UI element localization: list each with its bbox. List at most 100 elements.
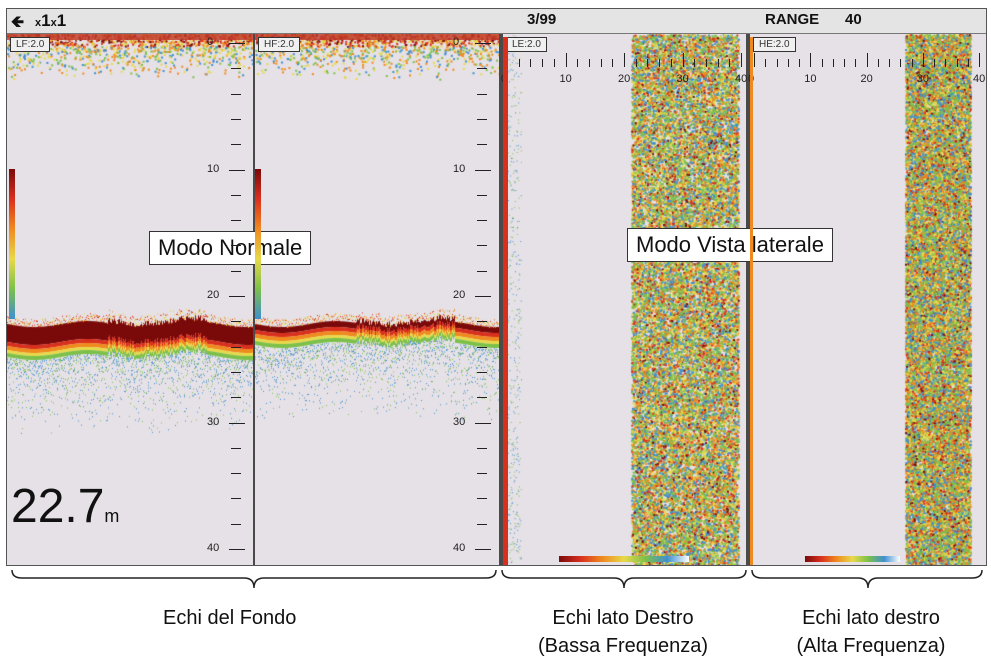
- side-scale-tick: [821, 59, 823, 67]
- depth-scale-label: 30: [207, 415, 220, 428]
- side-scale-tick: [694, 59, 696, 67]
- depth-scale-tick: [475, 169, 491, 171]
- side-scale-tick: [624, 53, 625, 67]
- panel-le[interactable]: LE:2.0: [503, 34, 746, 565]
- bracket-right-low: [501, 569, 747, 589]
- side-scale-tick: [741, 53, 742, 67]
- bracket-bottom: [11, 569, 497, 589]
- depth-scale-label: 20: [453, 289, 466, 301]
- depth-scale-tick: [477, 447, 487, 449]
- range-label: RANGE: [765, 11, 820, 28]
- side-view-mode-label: Modo Vista laterale: [627, 228, 833, 262]
- normal-mode-label: Modo Normale: [149, 231, 312, 265]
- side-scale-tick: [600, 59, 602, 67]
- side-scale-tick: [934, 59, 935, 67]
- side-scale-tick: [553, 59, 555, 67]
- panel-he[interactable]: HE:2.0: [750, 34, 986, 565]
- side-scale-tick: [832, 59, 834, 67]
- side-scale-tick: [855, 59, 857, 67]
- depth-scale-tick: [475, 422, 491, 424]
- side-scale-tick: [844, 59, 845, 67]
- side-scale-tick: [877, 59, 879, 67]
- depth-scale-tick: [231, 194, 241, 196]
- depth-scale-label: 30: [453, 415, 466, 428]
- side-scale-tick: [866, 53, 868, 67]
- side-scale-tick: [799, 59, 800, 67]
- side-scale-tick: [911, 59, 913, 67]
- side-scale-tick: [682, 53, 684, 67]
- depth-scale-tick: [477, 220, 487, 222]
- depth-scale-tick: [477, 397, 487, 399]
- depth-scale-tick: [477, 194, 487, 196]
- side-scale-tick: [647, 59, 649, 67]
- side-scale-tick: [810, 53, 812, 67]
- depth-scale-tick: [231, 371, 241, 373]
- depth-scale-tick: [477, 346, 487, 348]
- depth-scale-tick: [229, 169, 245, 171]
- side-scale-label: 30: [916, 73, 929, 85]
- depth-scale-tick: [477, 118, 487, 120]
- depth-scale-tick: [231, 498, 241, 500]
- side-scale-tick: [967, 59, 969, 67]
- caption-right-low: Echi lato Destro (Bassa Frequenza): [537, 607, 709, 657]
- side-scale-tick: [705, 59, 707, 67]
- side-scale-tick: [542, 59, 544, 67]
- color-scale-bar: [255, 169, 261, 319]
- side-scale-tick: [956, 59, 958, 67]
- depth-scale-tick: [231, 144, 241, 146]
- side-scale-tick: [530, 59, 532, 67]
- color-scale-bar: [805, 556, 900, 562]
- depth-scale-tick: [231, 346, 241, 348]
- side-echo-edge: [503, 37, 508, 565]
- panel-lf-tag: LF:2.0: [10, 37, 51, 52]
- side-scale-label: 20: [618, 73, 631, 85]
- side-scale-tick: [900, 59, 902, 67]
- depth-scale-tick: [477, 68, 487, 70]
- side-scale-tick: [776, 59, 778, 67]
- depth-scale-tick: [477, 371, 487, 373]
- side-scale-label: 30: [676, 73, 689, 85]
- depth-scale-tick: [477, 93, 487, 95]
- depth-scale-tick: [231, 220, 241, 222]
- depth-scale-tick: [477, 245, 487, 247]
- side-scale-label: 40: [973, 73, 986, 85]
- echo-image: [503, 34, 746, 565]
- caption-bottom-echoes: Echi del Fondo: [163, 607, 297, 629]
- depth-scale-label: 0: [453, 36, 460, 48]
- side-scale-tick: [729, 59, 731, 67]
- depth-scale-tick: [231, 473, 241, 475]
- depth-scale-tick: [477, 523, 487, 525]
- depth-scale-tick: [477, 321, 487, 323]
- depth-scale-label: 10: [453, 162, 466, 175]
- color-scale-bar: [559, 556, 689, 562]
- side-scale-label: 10: [804, 73, 817, 85]
- side-scale-tick: [979, 53, 980, 67]
- depth-scale-tick: [229, 43, 245, 44]
- color-scale-bar: [9, 169, 15, 319]
- sounder-display: 🡸 x1x1 3/99 RANGE 40 LF:2.0 HF:2.0 LE:2.…: [6, 8, 987, 566]
- zoom-indicator[interactable]: x1x1: [35, 11, 66, 31]
- side-scale-label: 10: [559, 73, 572, 85]
- depth-scale-tick: [231, 270, 241, 272]
- range-value[interactable]: 40: [845, 11, 862, 28]
- depth-scale-label: 0: [207, 36, 214, 48]
- panel-he-tag: HE:2.0: [753, 37, 796, 52]
- depth-scale-tick: [229, 296, 245, 297]
- depth-scale-tick: [231, 118, 241, 120]
- depth-scale-tick: [231, 68, 241, 70]
- side-scale-tick: [635, 59, 637, 67]
- echo-image: [750, 34, 986, 565]
- depth-scale-tick: [477, 473, 487, 475]
- side-scale-tick: [787, 59, 789, 67]
- side-scale-tick: [518, 59, 520, 67]
- side-scale-tick: [659, 59, 661, 67]
- side-scale-tick: [945, 59, 947, 67]
- depth-scale-tick: [229, 422, 245, 424]
- side-scale-tick: [765, 59, 767, 67]
- depth-scale-label: 10: [207, 162, 220, 175]
- depth-scale-tick: [231, 245, 241, 247]
- caption-right-high: Echi lato destro (Alta Frequenza): [796, 607, 946, 657]
- panel-hf-tag: HF:2.0: [258, 37, 301, 52]
- depth-scale-tick: [231, 523, 241, 525]
- side-scale-label: 40: [735, 73, 748, 85]
